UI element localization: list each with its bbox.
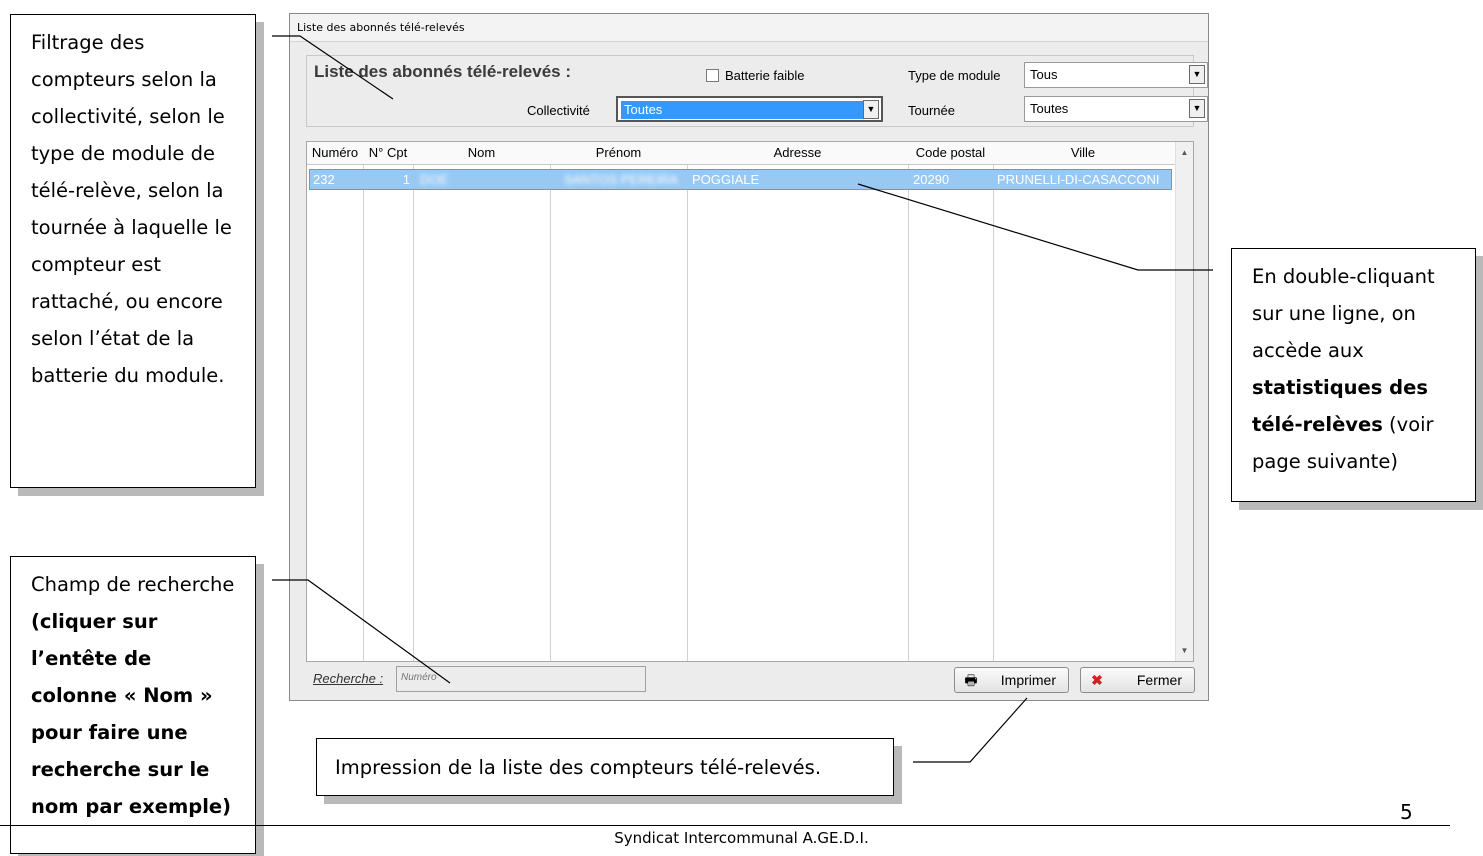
print-button[interactable]: 🖶 Imprimer	[954, 667, 1069, 693]
callout-print: Impression de la liste des compteurs tél…	[316, 738, 894, 796]
battery-checkbox-label: Batterie faible	[725, 68, 805, 83]
cell-ncpt: 1	[402, 172, 410, 187]
callout-search: Champ de recherche (cliquer sur l’entête…	[10, 556, 256, 854]
subscribers-table: Numéro N° Cpt Nom Prénom Adresse Code po…	[306, 141, 1194, 662]
cell-ville: PRUNELLI-DI-CASACCONI	[997, 172, 1160, 187]
callout-double-click: En double-cliquant sur une ligne, on acc…	[1231, 248, 1476, 502]
col-header-code-postal[interactable]: Code postal	[908, 142, 993, 164]
col-header-nom[interactable]: Nom	[413, 142, 550, 164]
scroll-down-icon[interactable]: ▼	[1176, 642, 1193, 659]
page-number: 5	[1400, 800, 1413, 824]
cell-nom: DOE	[420, 172, 449, 187]
module-type-select[interactable]: Tous ▼	[1024, 62, 1208, 88]
cell-prenom: SANTOS PEREIRA	[564, 172, 678, 187]
footer-rule	[0, 825, 1450, 826]
callout-print-text: Impression de la liste des compteurs tél…	[335, 756, 822, 779]
callout-search-text: Champ de recherche	[31, 573, 235, 596]
print-button-label: Imprimer	[1000, 672, 1056, 688]
cell-code-postal: 20290	[913, 172, 950, 187]
filter-panel: Liste des abonnés télé-relevés : Batteri…	[306, 55, 1208, 127]
callout-dbl-text: En double-cliquant sur une ligne, on acc…	[1252, 265, 1435, 362]
col-header-ncpt[interactable]: N° Cpt	[363, 142, 413, 164]
chevron-down-icon[interactable]: ▼	[1189, 65, 1205, 84]
module-type-value: Tous	[1030, 67, 1058, 82]
table-row[interactable]: 232 1 DOE SANTOS PEREIRA POGGIALE 20290 …	[309, 169, 1172, 190]
close-button-label: Fermer	[1136, 672, 1182, 688]
scroll-up-icon[interactable]: ▲	[1176, 144, 1193, 161]
cell-numero: 232	[313, 172, 335, 187]
tournee-value: Toutes	[1030, 101, 1069, 116]
cell-adresse: POGGIALE	[692, 172, 760, 187]
module-type-label: Type de module	[908, 68, 1001, 83]
window-title: Liste des abonnés télé-relevés	[290, 14, 1208, 42]
search-label: Recherche :	[313, 671, 384, 686]
vertical-scrollbar[interactable]: ▲ ▼	[1175, 142, 1193, 661]
tournee-label: Tournée	[908, 103, 955, 118]
footer-text: Syndicat Intercommunal A.GE.D.I.	[614, 829, 869, 847]
col-header-numero[interactable]: Numéro	[307, 142, 363, 164]
panel-title: Liste des abonnés télé-relevés :	[314, 62, 571, 81]
table-header: Numéro N° Cpt Nom Prénom Adresse Code po…	[307, 142, 1177, 165]
col-header-adresse[interactable]: Adresse	[687, 142, 908, 164]
battery-checkbox[interactable]	[706, 69, 719, 82]
app-window: Liste des abonnés télé-relevés Liste des…	[289, 13, 1209, 701]
collectivite-value: Toutes	[621, 101, 863, 119]
callout-filter: Filtrage des compteurs selon la collecti…	[10, 14, 256, 488]
chevron-down-icon[interactable]: ▼	[863, 100, 879, 119]
callout-filter-text: Filtrage des compteurs selon la collecti…	[31, 31, 232, 387]
collectivite-select[interactable]: Toutes ▼	[616, 96, 883, 122]
col-header-prenom[interactable]: Prénom	[550, 142, 687, 164]
close-button[interactable]: ✖ Fermer	[1080, 667, 1195, 693]
close-icon: ✖	[1091, 672, 1103, 688]
printer-icon: 🖶	[964, 672, 978, 688]
collectivite-label: Collectivité	[527, 103, 590, 118]
search-input[interactable]: Numéro	[396, 666, 646, 692]
chevron-down-icon[interactable]: ▼	[1189, 99, 1205, 118]
tournee-select[interactable]: Toutes ▼	[1024, 96, 1208, 122]
col-header-ville[interactable]: Ville	[993, 142, 1173, 164]
callout-search-bold: (cliquer sur l’entête de colonne « Nom »…	[31, 610, 232, 818]
